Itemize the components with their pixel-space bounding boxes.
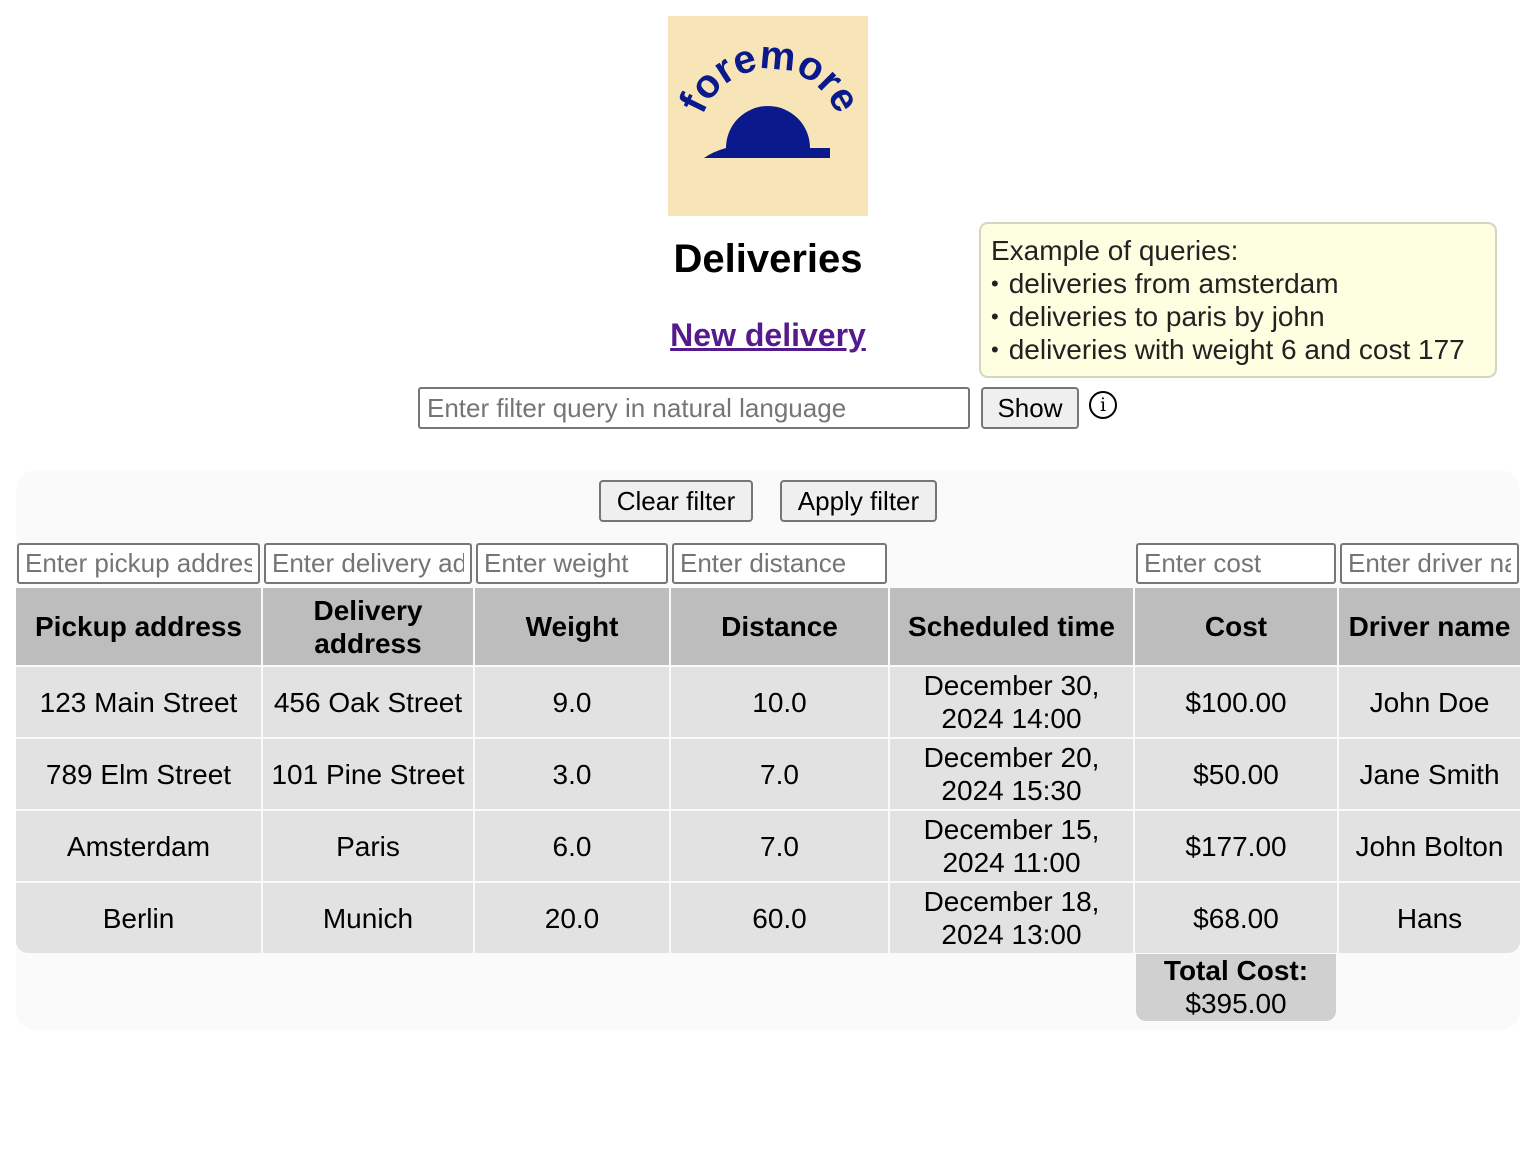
column-header-driver-name[interactable]: Driver name [1339, 588, 1520, 665]
table-cell-delivery: 456 Oak Street [263, 667, 473, 737]
table-cell-pickup: Berlin [16, 883, 261, 953]
total-cost-value: $395.00 [1185, 988, 1287, 1019]
table-cell-weight: 9.0 [475, 667, 669, 737]
column-header-weight[interactable]: Weight [475, 588, 669, 665]
info-icon[interactable]: i [1089, 391, 1117, 419]
table-cell-scheduled-time: December 30, 2024 14:00 [890, 667, 1133, 737]
tooltip-list: deliveries from amsterdam deliveries to … [991, 267, 1485, 366]
table-cell-cost: $100.00 [1135, 667, 1337, 737]
table-cell-weight: 3.0 [475, 739, 669, 809]
column-header-distance[interactable]: Distance [671, 588, 888, 665]
foremore-logo: foremore [668, 16, 868, 216]
new-delivery-link[interactable]: New delivery [568, 316, 968, 354]
apply-filter-button[interactable]: Apply filter [780, 480, 937, 522]
table-cell-pickup: Amsterdam [16, 811, 261, 881]
table-cell-scheduled-time: December 15, 2024 11:00 [890, 811, 1133, 881]
total-cost-summary: Total Cost: $395.00 [1136, 954, 1336, 1021]
total-cost-label: Total Cost: [1163, 955, 1309, 986]
table-cell-scheduled-time: December 18, 2024 13:00 [890, 883, 1133, 953]
table-cell-distance: 7.0 [671, 811, 888, 881]
tooltip-item: deliveries from amsterdam [991, 267, 1485, 300]
table-cell-weight: 6.0 [475, 811, 669, 881]
natural-language-query-input[interactable] [418, 387, 970, 429]
table-cell-pickup: 123 Main Street [16, 667, 261, 737]
tooltip-item: deliveries with weight 6 and cost 177 [991, 333, 1485, 366]
table-cell-pickup: 789 Elm Street [16, 739, 261, 809]
table-cell-distance: 10.0 [671, 667, 888, 737]
table-cell-distance: 60.0 [671, 883, 888, 953]
page: foremore Deliveries New delivery Example… [0, 0, 1536, 1156]
table-cell-driver: John Bolton [1339, 811, 1520, 881]
cost-filter-input[interactable] [1136, 543, 1336, 584]
table-cell-driver: Jane Smith [1339, 739, 1520, 809]
driver-name-filter-input[interactable] [1340, 543, 1519, 584]
table-cell-distance: 7.0 [671, 739, 888, 809]
table-cell-cost: $177.00 [1135, 811, 1337, 881]
table-cell-delivery: Paris [263, 811, 473, 881]
tooltip-item: deliveries to paris by john [991, 300, 1485, 333]
delivery-address-filter-input[interactable] [264, 543, 472, 584]
column-header-scheduled-time[interactable]: Scheduled time [890, 588, 1133, 665]
table-cell-cost: $68.00 [1135, 883, 1337, 953]
table-cell-scheduled-time: December 20, 2024 15:30 [890, 739, 1133, 809]
show-button[interactable]: Show [981, 387, 1079, 429]
pickup-address-filter-input[interactable] [17, 543, 260, 584]
table-cell-driver: John Doe [1339, 667, 1520, 737]
query-examples-tooltip: Example of queries: deliveries from amst… [979, 222, 1497, 378]
column-header-delivery-address[interactable]: Delivery address [263, 588, 473, 665]
column-header-cost[interactable]: Cost [1135, 588, 1337, 665]
table-cell-cost: $50.00 [1135, 739, 1337, 809]
tooltip-heading: Example of queries: [991, 235, 1239, 266]
column-header-pickup-address[interactable]: Pickup address [16, 588, 261, 665]
weight-filter-input[interactable] [476, 543, 668, 584]
table-cell-delivery: 101 Pine Street [263, 739, 473, 809]
table-cell-delivery: Munich [263, 883, 473, 953]
page-title: Deliveries [673, 237, 863, 281]
distance-filter-input[interactable] [672, 543, 887, 584]
table-cell-driver: Hans [1339, 883, 1520, 953]
clear-filter-button[interactable]: Clear filter [599, 480, 753, 522]
table-cell-weight: 20.0 [475, 883, 669, 953]
